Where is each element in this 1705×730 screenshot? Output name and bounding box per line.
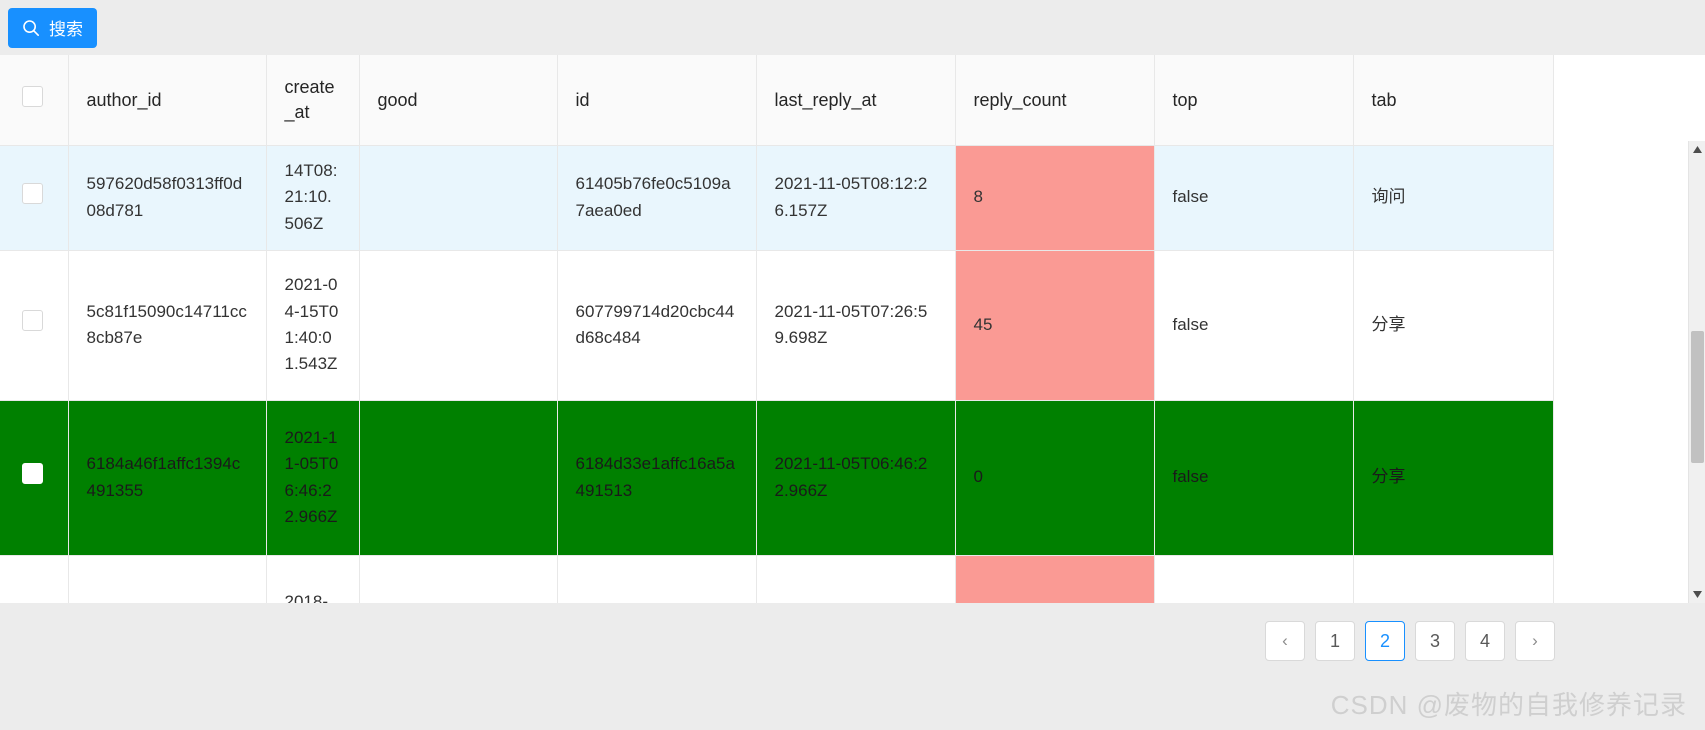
- column-header-top[interactable]: top: [1154, 55, 1354, 146]
- cell-last-reply-at: 2021-11-05T07:26:59.698Z: [756, 250, 956, 401]
- table-body: 597620d58f0313ff0d08d781 14T08:21:10.506…: [0, 145, 1554, 603]
- search-button[interactable]: 搜索: [8, 7, 97, 48]
- cell-id: 61405b76fe0c5109a7aea0ed: [557, 145, 757, 251]
- row-checkbox[interactable]: [22, 310, 43, 332]
- watermark: CSDN @废物的自我修养记录: [1330, 690, 1687, 720]
- row-select-cell: [0, 145, 69, 251]
- cell-good: [359, 145, 558, 251]
- cell-top: false: [1154, 250, 1354, 401]
- cell-author-id: 597620d58f0313ff0d08d781: [68, 145, 267, 251]
- cell-tab: 分享: [1353, 400, 1554, 556]
- column-header-last-reply-at[interactable]: last_reply_at: [756, 55, 956, 146]
- scrollbar-thumb[interactable]: [1691, 331, 1704, 463]
- cell-tab: 分享: [1353, 250, 1554, 401]
- column-header-reply-count[interactable]: reply_count: [955, 55, 1155, 146]
- table-row[interactable]: 597620d58f0313ff0d08d781 14T08:21:10.506…: [0, 145, 1554, 251]
- page-root: 搜索 author_id create_at good id last_repl…: [0, 0, 1705, 730]
- pagination-page-3[interactable]: 3: [1415, 621, 1455, 661]
- column-header-id[interactable]: id: [557, 55, 757, 146]
- search-button-label: 搜索: [49, 20, 83, 39]
- cell-create-at: 2021-11-05T06:46:22.966Z: [266, 400, 360, 556]
- pagination-page-4[interactable]: 4: [1465, 621, 1505, 661]
- row-checkbox[interactable]: [22, 462, 43, 484]
- cell-create-at: 2018-: [266, 555, 360, 603]
- table-header: author_id create_at good id last_reply_a…: [0, 55, 1554, 146]
- scroll-down-arrow-icon[interactable]: [1689, 586, 1705, 603]
- search-icon: [22, 19, 40, 37]
- cell-good: [359, 555, 558, 603]
- cell-top: false: [1154, 400, 1354, 556]
- pagination-page-2[interactable]: 2: [1365, 621, 1405, 661]
- cell-good: [359, 250, 558, 401]
- column-header-good[interactable]: good: [359, 55, 558, 146]
- select-all-checkbox[interactable]: [22, 86, 43, 108]
- cell-author-id: 5c81f15090c14711cc8cb87e: [68, 250, 267, 401]
- row-select-cell: [0, 555, 69, 603]
- cell-good: [359, 400, 558, 556]
- cell-last-reply-at: 2021-11-05T06:46:22.966Z: [756, 400, 956, 556]
- table-row[interactable]: 6184a46f1affc1394c491355 2021-11-05T06:4…: [0, 400, 1554, 556]
- cell-top: false: [1154, 145, 1354, 251]
- cell-id: [557, 555, 757, 603]
- data-table-container: author_id create_at good id last_reply_a…: [0, 55, 1705, 603]
- vertical-scrollbar[interactable]: [1688, 141, 1705, 603]
- header-select-all-cell: [0, 55, 69, 146]
- cell-create-at: 14T08:21:10.506Z: [266, 145, 360, 251]
- pagination-page-1[interactable]: 1: [1315, 621, 1355, 661]
- column-header-create-at[interactable]: create_at: [266, 55, 360, 146]
- cell-top: [1154, 555, 1354, 603]
- cell-author-id: [68, 555, 267, 603]
- column-header-tab[interactable]: tab: [1353, 55, 1554, 146]
- cell-last-reply-at: [756, 555, 956, 603]
- cell-id: 607799714d20cbc44d68c484: [557, 250, 757, 401]
- data-table: author_id create_at good id last_reply_a…: [0, 55, 1554, 603]
- cell-author-id: 6184a46f1affc1394c491355: [68, 400, 267, 556]
- cell-id: 6184d33e1affc16a5a491513: [557, 400, 757, 556]
- cell-last-reply-at: 2021-11-05T08:12:26.157Z: [756, 145, 956, 251]
- table-row[interactable]: 5c81f15090c14711cc8cb87e 2021-04-15T01:4…: [0, 250, 1554, 401]
- cell-reply-count: 8: [955, 145, 1155, 251]
- scroll-up-arrow-icon[interactable]: [1689, 141, 1705, 158]
- table-row[interactable]: 2018-: [0, 555, 1554, 603]
- cell-reply-count: 0: [955, 400, 1155, 556]
- cell-create-at: 2021-04-15T01:40:01.543Z: [266, 250, 360, 401]
- cell-tab: 询问: [1353, 145, 1554, 251]
- cell-tab: [1353, 555, 1554, 603]
- pagination-next-button[interactable]: ›: [1515, 621, 1555, 661]
- header-row: author_id create_at good id last_reply_a…: [0, 55, 1554, 146]
- row-select-cell: [0, 250, 69, 401]
- row-checkbox[interactable]: [22, 182, 43, 204]
- column-header-author-id[interactable]: author_id: [68, 55, 267, 146]
- cell-reply-count: [955, 555, 1155, 603]
- pagination-prev-button[interactable]: ‹: [1265, 621, 1305, 661]
- row-select-cell: [0, 400, 69, 556]
- pagination: ‹ 1 2 3 4 ›: [1265, 621, 1555, 661]
- cell-reply-count: 45: [955, 250, 1155, 401]
- toolbar: 搜索: [0, 0, 1705, 55]
- footer: ‹ 1 2 3 4 › CSDN @废物的自我修养记录: [0, 603, 1705, 730]
